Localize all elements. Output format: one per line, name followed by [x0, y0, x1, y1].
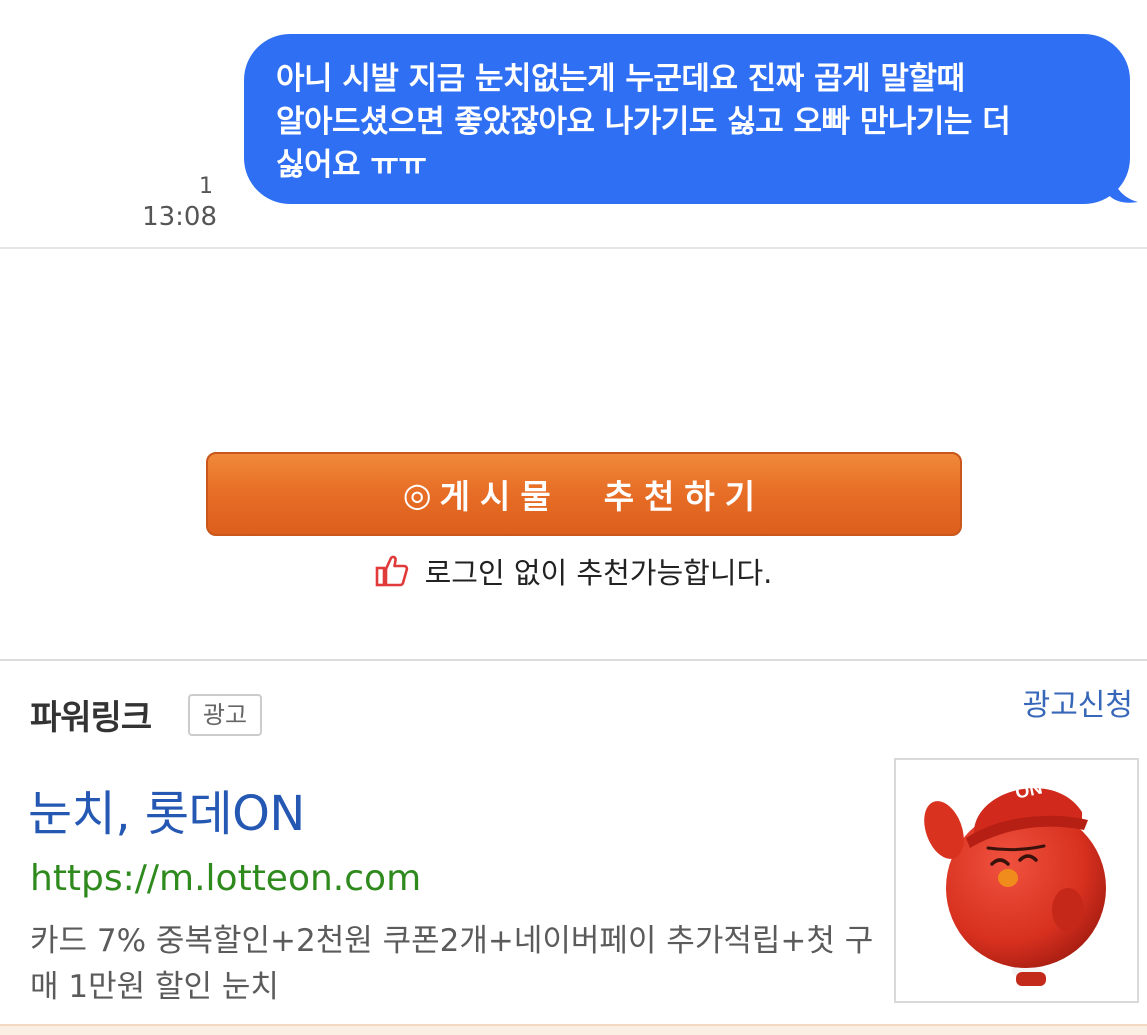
lotteon-mascot-icon: ON	[924, 778, 1106, 986]
thumbs-up-icon	[375, 555, 408, 587]
message-time: 13:08	[142, 202, 217, 232]
target-icon: ◎	[402, 474, 432, 514]
message-line: 알아드셨으면 좋았잖아요 나가기도 싫고 오빠 만나기는 더	[276, 104, 1011, 140]
ad-headline-link[interactable]: 눈치, 롯데ON	[28, 774, 305, 844]
recommend-button[interactable]: ◎ 게시물 추천하기	[206, 452, 962, 536]
message-line: 싫어요 ㅠㅠ	[276, 147, 427, 183]
recommend-button-label: 게시물 추천하기	[439, 477, 766, 516]
divider	[0, 247, 1147, 249]
message-line: 아니 시발 지금 눈치없는게 누군데요 진짜 곱게 말할때	[276, 61, 965, 97]
message-meta: 1 13:08	[142, 172, 217, 232]
ad-thumbnail[interactable]: ON	[894, 758, 1139, 1003]
ad-badge: 광고	[188, 694, 262, 736]
ad-url-link[interactable]: https://m.lotteon.com	[30, 858, 421, 899]
chat-screenshot: 1 13:08 아니 시발 지금 눈치없는게 누군데요 진짜 곱게 말할때 알아…	[0, 0, 1147, 248]
message-bubble: 아니 시발 지금 눈치없는게 누군데요 진짜 곱게 말할때 알아드셨으면 좋았잖…	[244, 34, 1130, 204]
divider	[0, 659, 1147, 661]
unread-count: 1	[199, 174, 213, 199]
ad-apply-link[interactable]: 광고신청	[1023, 680, 1133, 724]
recommend-note: 로그인 없이 추천가능합니다.	[0, 550, 1147, 592]
ad-description: 카드 7% 중복할인+2천원 쿠폰2개+네이버페이 추가적립+첫 구매 1만원 …	[30, 923, 874, 1005]
bottom-strip	[0, 1024, 1147, 1035]
bubble-tail-icon	[1108, 168, 1138, 203]
page: 1 13:08 아니 시발 지금 눈치없는게 누군데요 진짜 곱게 말할때 알아…	[0, 0, 1147, 1035]
recommend-note-text: 로그인 없이 추천가능합니다.	[424, 556, 773, 590]
power-link-title: 파워링크	[30, 698, 152, 738]
